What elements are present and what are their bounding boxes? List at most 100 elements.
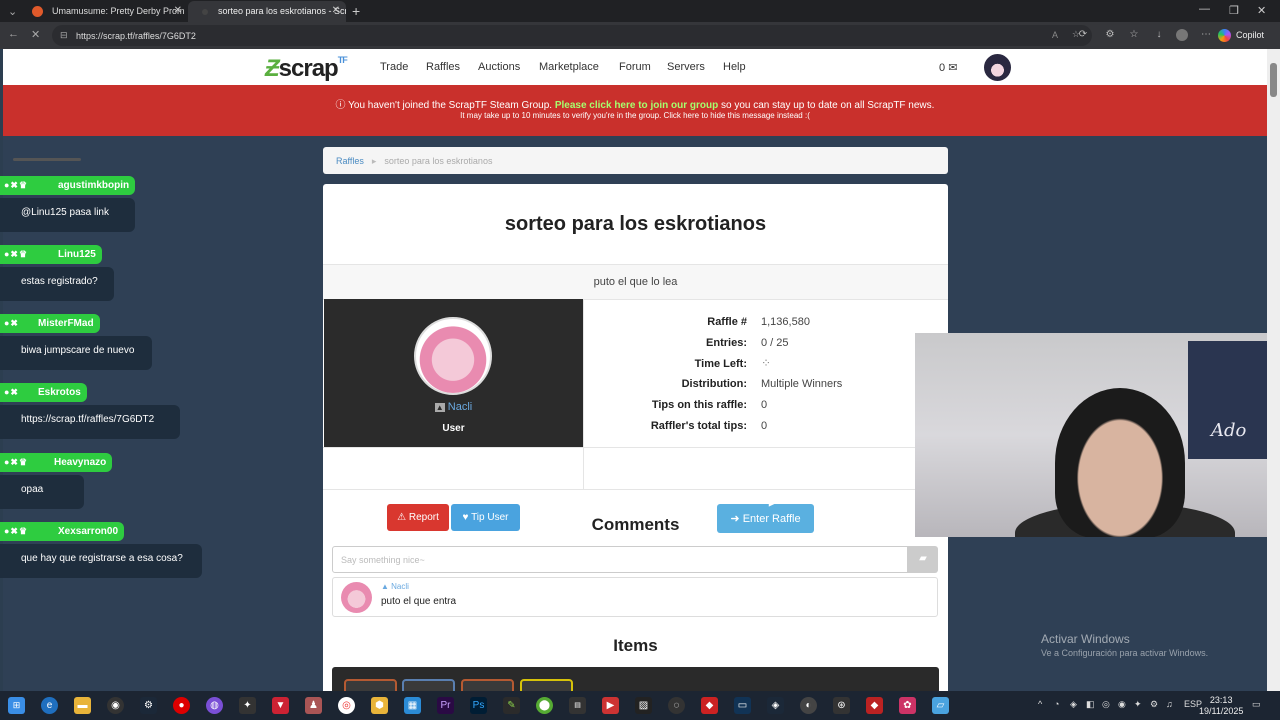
app-icon[interactable]: ▼	[272, 697, 289, 714]
app-icon[interactable]: ✎	[503, 697, 520, 714]
commenter-name[interactable]: ▲ Nacli	[381, 582, 409, 591]
stat-label: Raffle #	[707, 316, 747, 328]
nav-marketplace[interactable]: Marketplace	[539, 61, 599, 73]
site-navbar: ƵscrapTF Trade Raffles Auctions Marketpl…	[3, 49, 1267, 85]
steam-icon[interactable]: ◈	[767, 697, 784, 714]
tab-menu-icon[interactable]: ⌄	[8, 5, 17, 18]
app-icon[interactable]: ◍	[206, 697, 223, 714]
app-icon[interactable]: ◆	[701, 697, 718, 714]
app-icon[interactable]: ✦	[239, 697, 256, 714]
obs-icon[interactable]: ◉	[107, 697, 124, 714]
item-slot[interactable]	[461, 679, 514, 691]
nav-auctions[interactable]: Auctions	[478, 61, 520, 73]
browser-tab-bar: ⌄ Umamusume: Pretty Derby Prom ✕ sorteo …	[0, 0, 1280, 22]
chat-username: ●✖♛ Xexsarron00	[0, 522, 125, 541]
profile-icon[interactable]	[1176, 29, 1188, 41]
scrollbar-thumb[interactable]	[1270, 63, 1277, 97]
item-slot[interactable]	[344, 679, 397, 691]
app-icon[interactable]: ▭	[734, 697, 751, 714]
close-window-icon[interactable]: ✕	[1257, 4, 1266, 17]
join-group-link[interactable]: Please click here to join our group	[555, 100, 718, 111]
breadcrumb-current: sorteo para los eskrotianos	[384, 156, 493, 166]
item-slot[interactable]	[402, 679, 455, 691]
back-icon[interactable]: ←	[8, 28, 19, 40]
hide-message-link[interactable]: here	[683, 111, 699, 120]
app-icon[interactable]: ⊛	[833, 697, 850, 714]
file-explorer-icon[interactable]: ▬	[74, 697, 91, 714]
app-icon[interactable]: ▶	[602, 697, 619, 714]
chat-badges-icon: ●✖♛	[4, 180, 29, 190]
site-info-icon[interactable]: ⊟	[60, 30, 68, 41]
app-icon[interactable]: ✿	[899, 697, 916, 714]
chat-message: opaa	[0, 475, 84, 509]
comment-input[interactable]: Say something nice~	[332, 546, 908, 573]
downloads-icon[interactable]: ↓	[1153, 29, 1165, 41]
app-icon[interactable]: ▦	[404, 697, 421, 714]
host-name-link[interactable]: ▲ Nacli	[324, 401, 583, 413]
send-comment-button[interactable]: ▰	[908, 546, 938, 573]
app-icon[interactable]: ◌	[668, 697, 685, 714]
tray-app-icon[interactable]: ◉	[1118, 699, 1126, 710]
chat-message: que hay que registrarse a esa cosa?	[0, 544, 202, 578]
minimize-icon[interactable]: —	[1199, 3, 1210, 15]
notifications-icon[interactable]: ▭	[1252, 699, 1261, 710]
photoshop-icon[interactable]: Ps	[470, 697, 487, 714]
item-slot[interactable]	[520, 679, 573, 691]
record-icon[interactable]: ●	[173, 697, 190, 714]
host-avatar[interactable]	[414, 317, 492, 395]
inbox-button[interactable]: 0 ✉	[939, 61, 957, 74]
nav-forum[interactable]: Forum	[619, 61, 651, 73]
nav-help[interactable]: Help	[723, 61, 746, 73]
app-icon[interactable]: ▱	[932, 697, 949, 714]
app-icon[interactable]: ▤	[569, 697, 586, 714]
edge-icon[interactable]: e	[41, 697, 58, 714]
chat-divider	[13, 158, 81, 161]
start-icon[interactable]: ⊞	[8, 697, 25, 714]
read-aloud-icon[interactable]: A	[1052, 30, 1058, 40]
tray-overflow-icon[interactable]: ^	[1038, 699, 1042, 709]
app-icon[interactable]: ⬤	[536, 697, 553, 714]
raffle-title: sorteo para los eskrotianos	[504, 213, 767, 235]
tray-app-icon[interactable]: ◎	[1102, 699, 1110, 710]
tab-raffle[interactable]: sorteo para los eskrotianos - Scr ✕	[188, 1, 346, 22]
app-icon[interactable]: ♟	[305, 697, 322, 714]
address-bar[interactable]: ⊟ https://scrap.tf/raffles/7G6DT2 A ☆	[52, 25, 1092, 46]
microphone-icon[interactable]: ♫	[1166, 699, 1173, 709]
chat-badges-icon: ●✖♛	[4, 526, 29, 536]
stop-loading-icon[interactable]: ✕	[31, 28, 40, 41]
tray-app-icon[interactable]: ◔	[1054, 699, 1059, 709]
favorites-icon[interactable]: ☆	[1128, 29, 1140, 41]
copilot-button[interactable]: Copilot	[1214, 26, 1270, 45]
nav-raffles[interactable]: Raffles	[426, 61, 460, 73]
chrome-icon[interactable]: ◎	[338, 697, 355, 714]
tray-app-icon[interactable]: ✦	[1134, 699, 1142, 710]
clock[interactable]: 23:13 19/11/2025	[1199, 695, 1243, 717]
maximize-icon[interactable]: ❐	[1229, 4, 1239, 17]
more-menu-icon[interactable]: ⋯	[1200, 29, 1212, 41]
commenter-avatar[interactable]	[341, 582, 372, 613]
scraptf-logo[interactable]: ƵscrapTF	[265, 55, 348, 83]
premiere-icon[interactable]: Pr	[437, 697, 454, 714]
tab-umamusume[interactable]: Umamusume: Pretty Derby Prom ✕	[22, 1, 188, 22]
close-tab-icon[interactable]: ✕	[332, 5, 340, 16]
extension-icon[interactable]: ⚙	[1104, 29, 1116, 41]
steam-icon[interactable]: ⚙	[140, 697, 157, 714]
refresh-extension-icon[interactable]: ⟳	[1077, 29, 1089, 41]
app-icon[interactable]: ◐	[800, 697, 817, 714]
nav-servers[interactable]: Servers	[667, 61, 705, 73]
app-icon[interactable]: ◆	[866, 697, 883, 714]
column-divider	[583, 299, 584, 489]
tray-app-icon[interactable]: ◧	[1086, 699, 1095, 710]
stat-entries: 0 / 25	[761, 337, 789, 349]
tray-app-icon[interactable]: ◈	[1070, 699, 1077, 710]
tray-app-icon[interactable]: ⚙	[1150, 699, 1158, 710]
app-icon[interactable]: ⬢	[371, 697, 388, 714]
page-scrollbar[interactable]	[1267, 49, 1280, 691]
user-avatar[interactable]	[982, 52, 1013, 83]
app-icon[interactable]: ▨	[635, 697, 652, 714]
close-tab-icon[interactable]: ✕	[174, 5, 182, 16]
new-tab-icon[interactable]: +	[352, 3, 360, 19]
chat-badges-icon: ●✖♛	[4, 249, 29, 259]
breadcrumb-raffles[interactable]: Raffles	[336, 156, 364, 166]
nav-trade[interactable]: Trade	[380, 61, 408, 73]
